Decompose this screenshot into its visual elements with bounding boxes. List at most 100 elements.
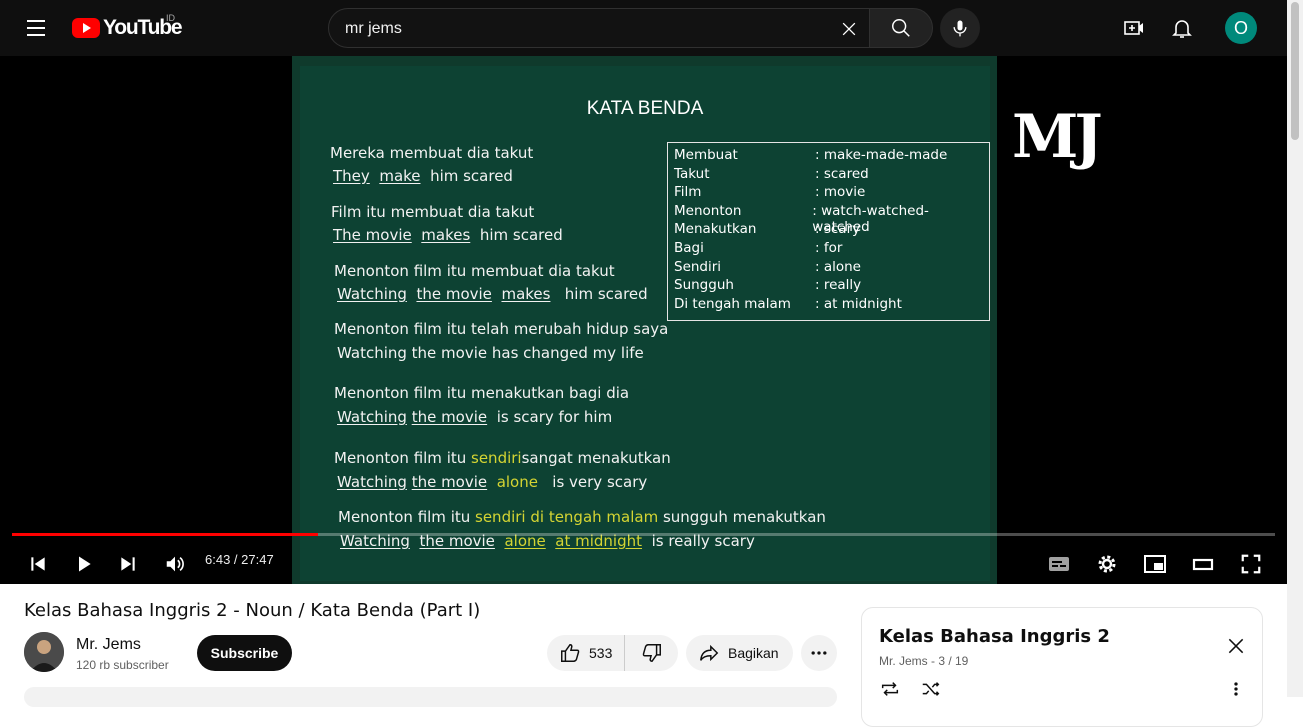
miniplayer-button[interactable] xyxy=(1137,546,1173,582)
search-query[interactable]: mr jems xyxy=(345,20,402,38)
vocab-term: Film xyxy=(674,184,702,201)
vocab-row: Menonton : watch-watched-watched xyxy=(674,202,983,235)
country-code: ID xyxy=(166,13,175,23)
volume-icon xyxy=(166,556,184,572)
voice-search-button[interactable] xyxy=(940,8,980,48)
thumbs-down-icon xyxy=(642,644,661,662)
channel-avatar[interactable] xyxy=(24,632,64,672)
microphone-icon xyxy=(953,20,967,37)
vocab-translation: : scary xyxy=(815,221,861,238)
vocab-term: Menonton xyxy=(674,202,742,219)
like-dislike-group: 533 xyxy=(547,635,678,671)
vocab-row: Bagi : for xyxy=(674,240,983,259)
page-scrollbar[interactable] xyxy=(1287,0,1303,697)
theater-mode-button[interactable] xyxy=(1185,546,1221,582)
description-box[interactable] xyxy=(24,687,837,707)
more-actions-button[interactable] xyxy=(801,635,837,671)
gear-icon xyxy=(1098,555,1116,573)
sentence-6-id: Menonton film itu sendirisangat menakutk… xyxy=(334,449,671,467)
vocab-translation: : scared xyxy=(815,165,869,182)
vocab-term: Sungguh xyxy=(674,277,734,294)
clear-search-icon[interactable] xyxy=(839,19,859,39)
sentence-2-en: The movie makes him scared xyxy=(333,226,563,244)
vocab-term: Membuat xyxy=(674,147,738,163)
vocab-translation: : at midnight xyxy=(815,295,902,312)
miniplayer-icon xyxy=(1144,555,1166,573)
sentence-6-en: Watching the movie alone is very scary xyxy=(337,473,648,491)
vocab-term: Menakutkan xyxy=(674,221,757,238)
masthead: YouTube ID mr jems O xyxy=(0,0,1287,56)
sentence-5-id: Menonton film itu menakutkan bagi dia xyxy=(334,384,630,402)
progress-bar[interactable] xyxy=(12,533,1275,536)
video-title: Kelas Bahasa Inggris 2 - Noun / Kata Ben… xyxy=(24,600,481,621)
time-display: 6:43 / 27:47 xyxy=(205,552,274,567)
next-button[interactable] xyxy=(110,546,146,582)
vocab-row: Menakutkan : scary xyxy=(674,221,983,240)
progress-fill xyxy=(12,533,318,536)
youtube-play-icon xyxy=(72,18,100,38)
more-horizontal-icon xyxy=(811,651,827,655)
menu-icon[interactable] xyxy=(16,12,56,44)
skip-previous-icon xyxy=(31,557,45,571)
sentence-2-id: Film itu membuat dia takut xyxy=(331,203,535,221)
vocab-term: Di tengah malam xyxy=(674,295,791,312)
playlist-panel: Kelas Bahasa Inggris 2 Mr. Jems - 3 / 19 xyxy=(861,607,1263,727)
youtube-logo[interactable]: YouTube ID xyxy=(72,13,183,40)
vocab-row: Takut : scared xyxy=(674,166,983,185)
like-button[interactable]: 533 xyxy=(547,635,625,671)
vocab-row: Film : movie xyxy=(674,184,983,203)
share-button[interactable]: Bagikan xyxy=(686,635,793,671)
fullscreen-button[interactable] xyxy=(1233,546,1269,582)
previous-button[interactable] xyxy=(20,546,56,582)
channel-avatar-image xyxy=(24,632,64,672)
play-button[interactable] xyxy=(66,546,102,582)
sentence-3-en: Watching the movie makes him scared xyxy=(337,285,648,303)
share-label: Bagikan xyxy=(728,645,779,661)
sentence-4-en: Watching the movie has changed my life xyxy=(337,344,644,362)
vocab-row: Di tengah malam : at midnight xyxy=(674,296,983,315)
dislike-button[interactable] xyxy=(625,635,678,671)
sentence-3-id: Menonton film itu membuat dia takut xyxy=(334,262,615,280)
thumbs-up-icon xyxy=(561,644,580,662)
channel-watermark: MJ xyxy=(1012,102,1103,172)
playlist-meta: Mr. Jems - 3 / 19 xyxy=(879,654,969,668)
vocab-translation: : watch-watched-watched xyxy=(812,202,929,235)
vocab-translation: : really xyxy=(815,277,862,294)
vocab-translation: : movie xyxy=(815,184,866,201)
create-video-icon xyxy=(1124,21,1143,35)
vocab-row: Membuat : make-made-made xyxy=(674,147,983,166)
subscriber-count: 120 rb subscriber xyxy=(76,658,169,672)
theater-icon xyxy=(1192,558,1214,571)
sentence-4-id: Menonton film itu telah merubah hidup sa… xyxy=(334,320,669,338)
vocab-term: Sendiri xyxy=(674,258,722,275)
channel-name[interactable]: Mr. Jems xyxy=(76,636,141,654)
notifications-button[interactable] xyxy=(1162,8,1202,48)
search-input[interactable]: mr jems xyxy=(328,8,870,48)
share-icon xyxy=(700,644,719,662)
sentence-5-en: Watching the movie is scary for him xyxy=(337,408,613,426)
vocabulary-box: Membuat : make-made-made Takut : scared Film… xyxy=(667,142,990,321)
account-avatar[interactable]: O xyxy=(1225,12,1257,44)
subtitles-button[interactable] xyxy=(1041,546,1077,582)
vocab-row: Sendiri: alone xyxy=(674,259,983,278)
sentence-1-en: They make him scared xyxy=(333,167,513,185)
playlist-title[interactable]: Kelas Bahasa Inggris 2 xyxy=(879,626,1110,647)
search-button[interactable] xyxy=(869,8,933,48)
settings-button[interactable] xyxy=(1089,546,1125,582)
video-player[interactable]: KATA BENDA Mereka membuat dia takut They… xyxy=(0,56,1287,584)
scrollbar-thumb[interactable] xyxy=(1291,2,1299,140)
vocab-translation: : make-made-made xyxy=(815,147,948,163)
vocab-row: Sungguh : really xyxy=(674,277,983,296)
subscribe-button[interactable]: Subscribe xyxy=(197,635,292,671)
vocab-term: Takut xyxy=(674,165,710,182)
skip-next-icon xyxy=(121,557,135,571)
slide-board: KATA BENDA Mereka membuat dia takut They… xyxy=(300,66,990,581)
vocab-term: Bagi xyxy=(674,239,704,256)
fullscreen-icon xyxy=(1241,554,1261,574)
video-frame: KATA BENDA Mereka membuat dia takut They… xyxy=(292,56,997,584)
play-icon xyxy=(79,556,91,572)
vocab-translation: : for xyxy=(815,239,843,256)
close-icon[interactable] xyxy=(1226,636,1246,656)
mute-button[interactable] xyxy=(157,546,193,582)
create-button[interactable] xyxy=(1114,8,1154,48)
